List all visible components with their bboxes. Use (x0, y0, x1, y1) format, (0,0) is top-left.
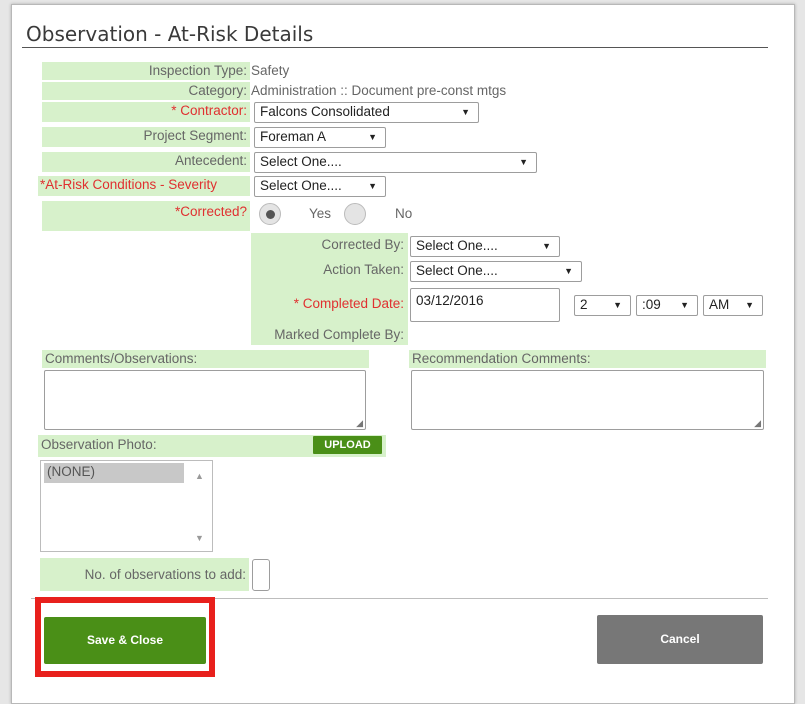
resize-grip-icon: ◢ (754, 418, 761, 428)
category-label: Category: (42, 82, 250, 100)
photo-list-item[interactable]: (NONE) (44, 463, 184, 483)
action-taken-label: Action Taken: (323, 262, 404, 277)
contractor-select[interactable]: Falcons Consolidated ▼ (254, 102, 479, 123)
recommendation-textarea[interactable]: ◢ (411, 370, 764, 430)
contractor-label: * Contractor: (42, 102, 250, 122)
corrected-label: *Corrected? (42, 201, 250, 231)
comments-textarea[interactable]: ◢ (44, 370, 366, 430)
completed-ampm-select[interactable]: AM ▼ (703, 295, 763, 316)
project-segment-label: Project Segment: (42, 127, 250, 147)
project-segment-select-value: Foreman A (260, 129, 327, 144)
corrected-yes-radio[interactable] (259, 203, 281, 225)
dropdown-arrow-icon: ▼ (368, 132, 377, 142)
completed-date-label: * Completed Date: (293, 296, 404, 311)
dropdown-arrow-icon: ▼ (461, 107, 470, 117)
dropdown-arrow-icon: ▼ (680, 300, 689, 310)
dropdown-arrow-icon: ▼ (519, 157, 528, 167)
inspection-type-value: Safety (251, 63, 290, 78)
category-value: Administration :: Document pre-const mtg… (251, 83, 507, 98)
completed-minute-value: :09 (642, 297, 661, 312)
corrected-by-select-value: Select One.... (416, 238, 498, 253)
num-observations-label: No. of observations to add: (40, 558, 249, 591)
dialog-title: Observation - At-Risk Details (26, 22, 314, 46)
corrected-by-select[interactable]: Select One.... ▼ (410, 236, 560, 257)
project-segment-select[interactable]: Foreman A ▼ (254, 127, 386, 148)
action-taken-select-value: Select One.... (416, 263, 498, 278)
resize-grip-icon: ◢ (356, 418, 363, 428)
scroll-up-icon[interactable]: ▲ (195, 472, 204, 481)
highlight-box (35, 597, 215, 677)
completed-hour-value: 2 (580, 297, 588, 312)
completed-hour-select[interactable]: 2 ▼ (574, 295, 631, 316)
cancel-button[interactable]: Cancel (597, 615, 763, 664)
completed-ampm-value: AM (709, 297, 730, 312)
title-divider (22, 47, 768, 48)
inspection-type-label: Inspection Type: (42, 62, 250, 80)
dropdown-arrow-icon: ▼ (745, 300, 754, 310)
antecedent-label: Antecedent: (42, 152, 250, 172)
corrected-no-radio[interactable] (344, 203, 366, 225)
antecedent-select[interactable]: Select One.... ▼ (254, 152, 537, 173)
corrected-yes-label: Yes (309, 206, 332, 221)
corrected-no-label: No (395, 206, 413, 221)
marked-complete-by-label: Marked Complete By: (274, 327, 404, 342)
antecedent-select-value: Select One.... (260, 154, 342, 169)
contractor-select-value: Falcons Consolidated (260, 104, 390, 119)
scroll-down-icon[interactable]: ▼ (195, 534, 204, 543)
completed-date-input[interactable]: 03/12/2016 (410, 288, 560, 322)
dropdown-arrow-icon: ▼ (613, 300, 622, 310)
comments-label: Comments/Observations: (42, 350, 369, 368)
dropdown-arrow-icon: ▼ (542, 241, 551, 251)
dropdown-arrow-icon: ▼ (368, 181, 377, 191)
completed-minute-select[interactable]: :09 ▼ (636, 295, 698, 316)
recommendation-label: Recommendation Comments: (409, 350, 766, 368)
dropdown-arrow-icon: ▼ (564, 266, 573, 276)
upload-button[interactable]: UPLOAD (313, 436, 382, 454)
severity-select-value: Select One.... (260, 178, 342, 193)
severity-label: *At-Risk Conditions - Severity (38, 176, 250, 196)
action-taken-select[interactable]: Select One.... ▼ (410, 261, 582, 282)
num-observations-input[interactable] (252, 559, 270, 591)
severity-select[interactable]: Select One.... ▼ (254, 176, 386, 197)
corrected-by-label: Corrected By: (321, 237, 404, 252)
